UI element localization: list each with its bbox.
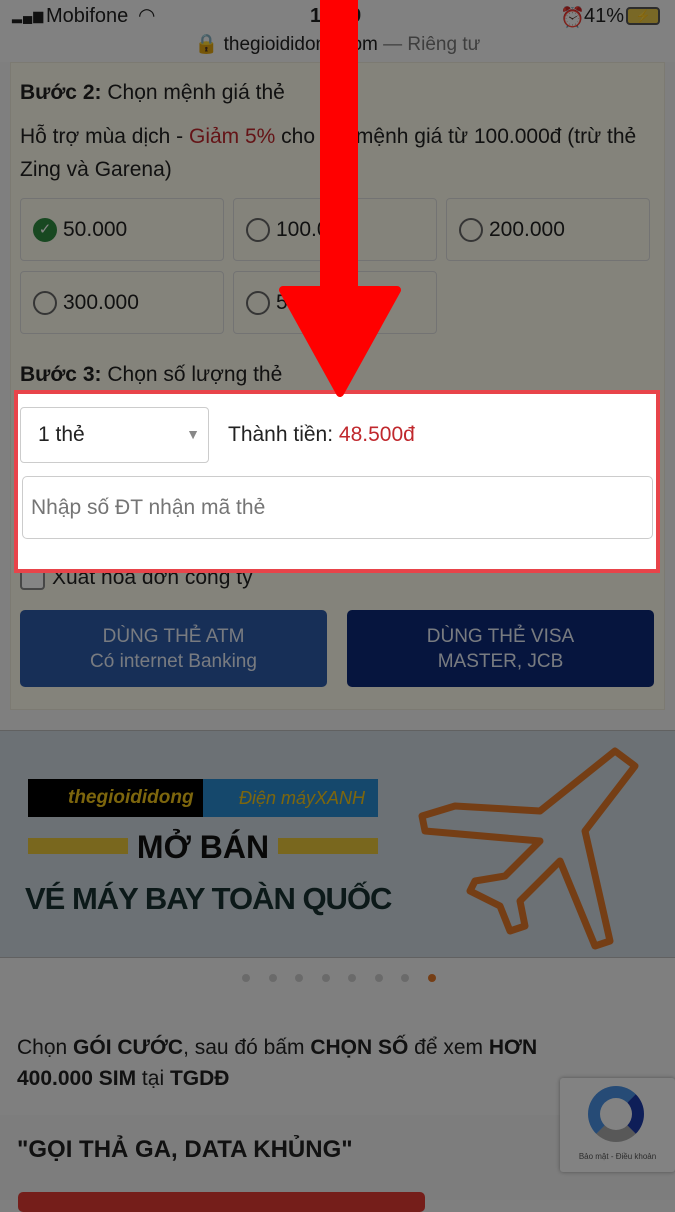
recaptcha-badge[interactable]: Bảo mật - Điều khoản [560, 1078, 675, 1172]
chevron-down-icon: ▼ [186, 426, 200, 442]
promo-title: "GỌI THẢ GA, DATA KHỦNG" [17, 1136, 353, 1163]
recaptcha-icon [588, 1086, 644, 1142]
phone-input[interactable] [22, 476, 653, 539]
highlight-box: 1 thẻ ▼ Thành tiền: 48.500đ [14, 390, 660, 573]
carousel-dot[interactable] [374, 974, 383, 982]
carousel-dot[interactable] [348, 974, 356, 982]
total-price: Thành tiền: 48.500đ [228, 423, 415, 446]
carousel-dot[interactable] [401, 974, 409, 982]
carousel-dot[interactable] [321, 974, 330, 982]
visa-card-button[interactable]: DÙNG THẺ VISA MASTER, JCB [347, 610, 654, 687]
carousel-dot[interactable] [242, 974, 250, 982]
tgdd-logo: thegioididong [28, 779, 203, 817]
banner-headline: MỞ BÁN [128, 829, 278, 866]
promo-banner[interactable]: thegioididong Điện máyXANH MỞ BÁN VÉ MÁY… [0, 730, 675, 958]
carousel-dot[interactable] [427, 974, 436, 982]
recaptcha-links[interactable]: Bảo mật - Điều khoản [560, 1152, 675, 1161]
carousel-dot[interactable] [268, 974, 277, 982]
atm-card-button[interactable]: DÙNG THẺ ATM Có internet Banking [20, 610, 327, 687]
red-arrow-annotation [279, 0, 401, 397]
dmx-logo: Điện máyXANH [203, 779, 378, 817]
airplane-icon [418, 747, 639, 950]
quantity-select[interactable]: 1 thẻ ▼ [20, 407, 209, 463]
carousel-dot[interactable] [295, 974, 303, 982]
package-button[interactable] [18, 1192, 425, 1212]
sim-instructions: Chọn GÓI CƯỚC, sau đó bấm CHỌN SỐ để xem… [17, 1036, 538, 1090]
banner-subheadline: VÉ MÁY BAY TOÀN QUỐC [25, 881, 392, 916]
